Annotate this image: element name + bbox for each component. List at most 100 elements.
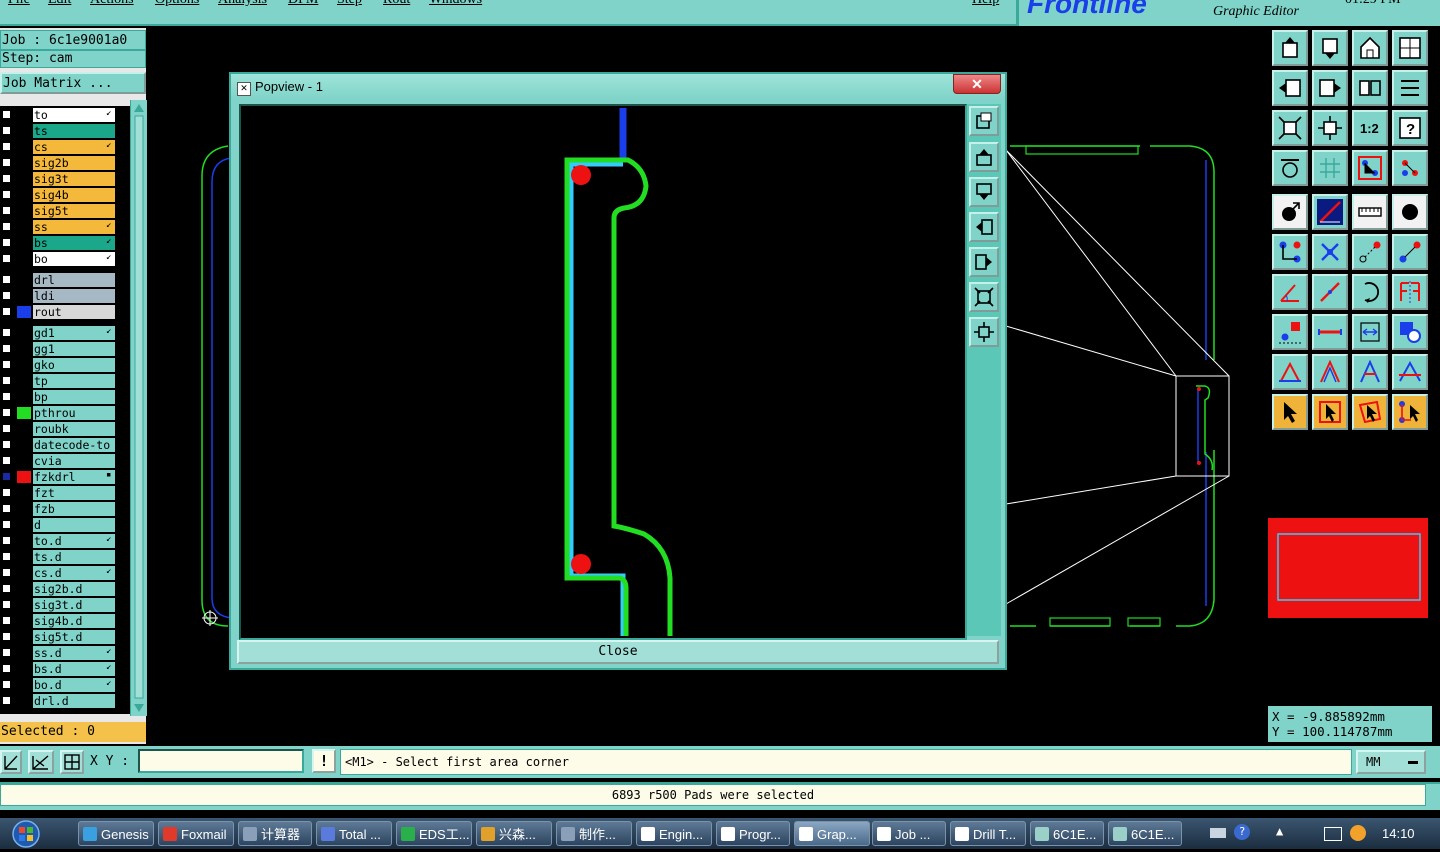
layer-checkbox[interactable] <box>2 552 11 561</box>
layer-row[interactable]: d <box>0 518 116 532</box>
taskbar-button[interactable]: 6C1E... <box>1108 821 1182 846</box>
layer-row[interactable]: sig5t.d <box>0 630 116 644</box>
layer-name[interactable]: drl.d <box>33 694 115 708</box>
layer-row[interactable]: cs.d ↙ <box>0 566 116 580</box>
layer-name[interactable]: bs <box>33 236 115 250</box>
xy-input[interactable] <box>138 749 304 773</box>
layer-row[interactable]: fzt <box>0 486 116 500</box>
diagonal-red-icon[interactable] <box>1312 274 1348 310</box>
layer-row[interactable]: bp <box>0 390 116 404</box>
layer-list-scrollbar[interactable] <box>130 100 147 716</box>
layer-name[interactable]: sig2b.d <box>33 582 115 596</box>
start-button[interactable] <box>4 819 46 848</box>
layer-row[interactable]: sig3t <box>0 172 116 186</box>
layer-checkbox[interactable] <box>2 275 11 284</box>
layer-checkbox[interactable] <box>2 648 11 657</box>
layer-checkbox[interactable] <box>2 158 11 167</box>
layer-row[interactable]: sig3t.d <box>0 598 116 612</box>
layer-row[interactable]: rout <box>0 305 116 319</box>
layer-checkbox[interactable] <box>2 142 11 151</box>
zoom-fit-icon[interactable] <box>969 282 999 312</box>
zoom-window-icon[interactable] <box>969 106 999 136</box>
menu-windows[interactable]: Windows <box>429 0 482 8</box>
layer-checkbox[interactable] <box>2 307 11 316</box>
layer-name[interactable]: drl <box>33 273 115 287</box>
cross-pad-icon[interactable] <box>1312 234 1348 270</box>
taskbar-button[interactable]: EDS工... <box>396 821 472 846</box>
move-right-icon[interactable] <box>1312 70 1348 106</box>
layer-name[interactable]: sig4b <box>33 188 115 202</box>
help-icon[interactable]: ? <box>1234 824 1250 840</box>
line-cut-icon[interactable] <box>1312 314 1348 350</box>
layer-name[interactable]: to.d <box>33 534 115 548</box>
layer-row[interactable]: gd1 ↙ <box>0 326 116 340</box>
move-up-icon[interactable] <box>1272 30 1308 66</box>
layer-checkbox[interactable] <box>2 254 11 263</box>
layer-checkbox[interactable] <box>2 600 11 609</box>
layer-row[interactable]: bs ↙ <box>0 236 116 250</box>
triangle-icon[interactable] <box>1272 354 1308 390</box>
layer-name[interactable]: ts.d <box>33 550 115 564</box>
taskbar-button[interactable]: Foxmail <box>158 821 234 846</box>
grid-icon[interactable] <box>60 750 84 774</box>
layer-checkbox[interactable] <box>2 376 11 385</box>
net-red-icon[interactable] <box>1352 150 1388 186</box>
measure-icon[interactable] <box>28 750 54 774</box>
info-icon[interactable]: ! <box>312 749 336 773</box>
layer-row[interactable]: bo.d ↙ <box>0 678 116 692</box>
layer-name[interactable]: sig5t <box>33 204 115 218</box>
layer-name[interactable]: gd1 <box>33 326 115 340</box>
layer-name[interactable]: ss <box>33 220 115 234</box>
layer-checkbox[interactable] <box>2 584 11 593</box>
layer-row[interactable]: bo ↙ <box>0 252 116 266</box>
popview-canvas[interactable] <box>239 104 967 640</box>
layer-name[interactable]: bp <box>33 390 115 404</box>
tray-expand-icon[interactable]: ▲ <box>1276 824 1283 838</box>
pad-select-icon[interactable] <box>1272 194 1308 230</box>
layer-row[interactable]: tp <box>0 374 116 388</box>
layer-name[interactable]: bo <box>33 252 115 266</box>
layer-row[interactable]: fzkdrl ▪ <box>0 470 116 484</box>
net-blue-icon[interactable] <box>1392 150 1428 186</box>
ruler-icon[interactable] <box>1352 194 1388 230</box>
layer-name[interactable]: fzb <box>33 502 115 516</box>
layer-row[interactable]: bs.d ↙ <box>0 662 116 676</box>
connect-red-icon[interactable] <box>1352 234 1388 270</box>
layer-checkbox[interactable] <box>2 520 11 529</box>
layer-row[interactable]: sig4b <box>0 188 116 202</box>
taskbar-button[interactable]: 计算器 <box>238 821 312 846</box>
taskbar-button[interactable]: Genesis <box>78 821 154 846</box>
popview-close-button[interactable]: Close <box>237 640 999 664</box>
layer-name[interactable]: rout <box>33 305 115 319</box>
antivirus-icon[interactable] <box>1350 825 1366 841</box>
layer-name[interactable]: ldi <box>33 289 115 303</box>
menu-dfm[interactable]: DFM <box>288 0 318 8</box>
layer-checkbox[interactable] <box>2 568 11 577</box>
layer-checkbox[interactable] <box>2 222 11 231</box>
layer-checkbox[interactable] <box>2 424 11 433</box>
layer-name[interactable]: cvia <box>33 454 115 468</box>
layer-checkbox[interactable] <box>2 328 11 337</box>
layer-list[interactable]: to ↙ ts cs ↙ sig2b sig3t sig4b sig5t ss ↙ bs ↙ bo ↙ drl… <box>0 106 130 714</box>
arc-icon[interactable] <box>1352 274 1388 310</box>
taskbar-button[interactable]: Grap... <box>794 821 870 846</box>
layer-name[interactable]: sig2b <box>33 156 115 170</box>
menu-help[interactable]: Help <box>972 0 999 8</box>
grid-tool-icon[interactable] <box>1312 150 1348 186</box>
layer-row[interactable]: to ↙ <box>0 108 116 122</box>
layer-checkbox[interactable] <box>2 174 11 183</box>
menu-analysis[interactable]: Analysis <box>218 0 267 8</box>
pan-right-icon[interactable] <box>969 247 999 277</box>
menu-step[interactable]: Step <box>337 0 362 8</box>
layer-checkbox[interactable] <box>2 110 11 119</box>
scale-one-icon[interactable]: 1:2 <box>1352 110 1388 146</box>
taskbar-button[interactable]: Total ... <box>316 821 392 846</box>
stack-icon[interactable] <box>1392 70 1428 106</box>
layer-checkbox[interactable] <box>2 126 11 135</box>
layer-row[interactable]: drl <box>0 273 116 287</box>
layer-row[interactable]: ss.d ↙ <box>0 646 116 660</box>
pad-round-icon[interactable] <box>1392 194 1428 230</box>
connect-blue-icon[interactable] <box>1392 234 1428 270</box>
menu-actions[interactable]: Actions <box>90 0 134 8</box>
popview-titlebar[interactable]: ✕ Popview - 1 ✕ <box>231 74 1005 100</box>
